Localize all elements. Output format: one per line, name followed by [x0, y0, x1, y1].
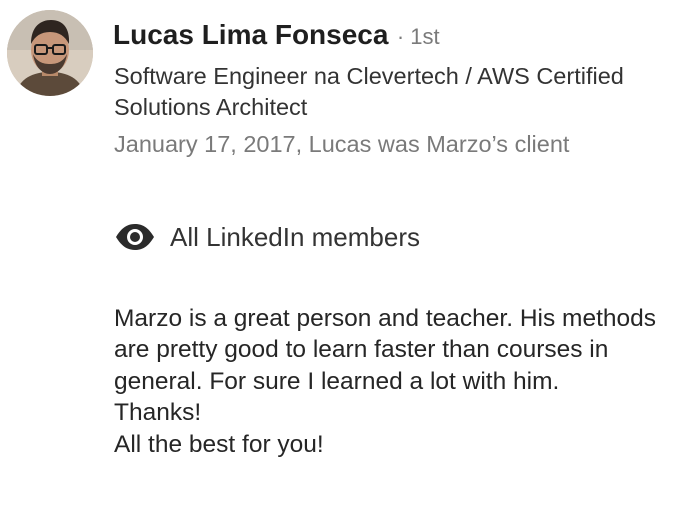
visibility-label: All LinkedIn members [170, 221, 420, 252]
author-name-row: Lucas Lima Fonseca · 1st [113, 18, 440, 57]
recommendation-paragraph: All the best for you! [114, 430, 324, 458]
author-name[interactable]: Lucas Lima Fonseca [113, 19, 388, 50]
eye-icon [116, 224, 154, 250]
profile-photo [7, 10, 93, 96]
degree-separator: · [396, 24, 405, 49]
visibility-row: All LinkedIn members [114, 219, 420, 255]
recommendation-paragraph: Marzo is a great person and teacher. His… [114, 305, 657, 395]
degree-label: 1st [410, 24, 440, 49]
recommendation-text: Marzo is a great person and teacher. His… [114, 303, 689, 460]
author-headline: Software Engineer na Clevertech / AWS Ce… [114, 63, 624, 120]
relationship-text: January 17, 2017, Lucas was Marzo’s clie… [114, 131, 570, 157]
recommendation-paragraph: Thanks! [114, 399, 202, 427]
author-avatar[interactable] [7, 10, 93, 96]
connection-degree: · 1st [397, 24, 440, 49]
